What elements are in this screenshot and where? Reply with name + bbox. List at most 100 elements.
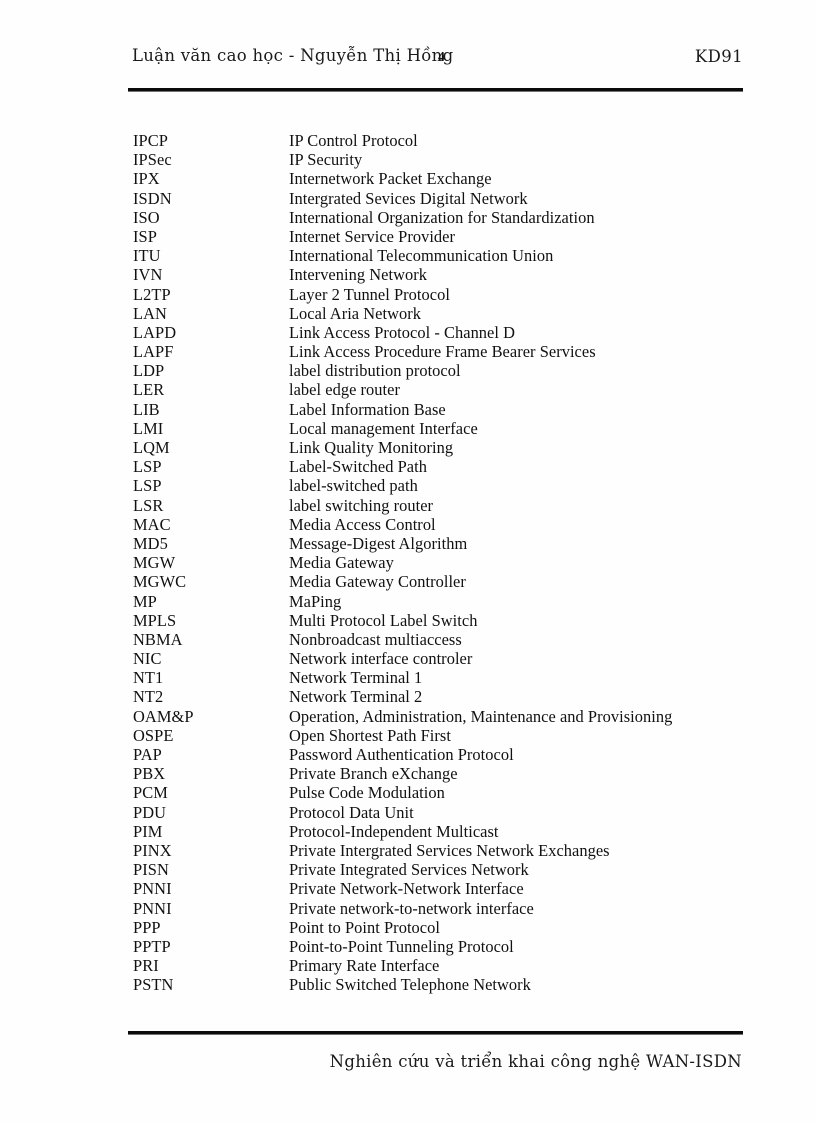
running-head-left-text: Luận văn cao học - Nguyễn Thị Hồng: [132, 46, 454, 65]
glossary-entry: MGWC Media Gateway Controller: [133, 572, 753, 591]
glossary-definition: Media Gateway Controller: [289, 572, 466, 592]
glossary-definition: IP Security: [289, 150, 363, 170]
glossary-abbreviation: PNNI: [133, 898, 172, 918]
glossary-entry: LSP label-switched path: [133, 476, 753, 495]
glossary-definition: label edge router: [289, 380, 400, 400]
glossary-definition: Point to Point Protocol: [289, 917, 440, 937]
glossary-entry: MD5 Message-Digest Algorithm: [133, 534, 753, 553]
page-number: 4: [438, 49, 445, 64]
glossary-entry: LIB Label Information Base: [133, 400, 753, 419]
glossary-entry: ISDN Intergrated Sevices Digital Network: [133, 189, 753, 208]
glossary-definition: label distribution protocol: [289, 361, 461, 381]
footer-rule: [128, 1031, 743, 1034]
glossary-abbreviation: LAPD: [133, 322, 177, 342]
glossary-entry: OAM&P Operation, Administration, Maintena…: [133, 707, 753, 726]
glossary-entry: LAPF Link Access Procedure Frame Bearer S…: [133, 342, 753, 361]
glossary-abbreviation: PPTP: [133, 936, 171, 956]
abbreviations-list: IPCP IP Control Protocol IPSec IP Security I…: [133, 131, 753, 994]
glossary-definition: Message-Digest Algorithm: [289, 533, 468, 553]
glossary-definition: Local Aria Network: [289, 303, 421, 323]
glossary-entry: PBX Private Branch eXchange: [133, 764, 753, 783]
glossary-definition: label switching router: [289, 495, 434, 515]
glossary-definition: Public Switched Telephone Network: [289, 975, 531, 995]
glossary-abbreviation: LAPF: [133, 342, 174, 362]
running-head-right-text: KD91: [694, 47, 743, 66]
glossary-definition: Protocol-Independent Multicast: [289, 821, 499, 841]
glossary-abbreviation: PAP: [133, 745, 162, 764]
glossary-abbreviation: IPX: [133, 169, 160, 189]
glossary-abbreviation: IVN: [133, 265, 163, 285]
glossary-abbreviation: NIC: [133, 649, 162, 669]
glossary-entry: NIC Network interface controler: [133, 649, 753, 668]
glossary-definition: Operation, Administration, Maintenance a…: [289, 706, 673, 726]
glossary-abbreviation: LQM: [133, 438, 170, 457]
glossary-definition: International Organization for Standardi…: [289, 207, 595, 227]
glossary-entry: IPX Internetwork Packet Exchange: [133, 169, 753, 188]
glossary-definition: Intervening Network: [289, 265, 427, 285]
glossary-entry: IPCP IP Control Protocol: [133, 131, 753, 150]
glossary-abbreviation: ISDN: [133, 188, 172, 208]
glossary-definition: Network interface controler: [289, 649, 473, 669]
glossary-definition: Internetwork Packet Exchange: [289, 169, 492, 189]
glossary-entry: IVN Intervening Network: [133, 265, 753, 284]
glossary-abbreviation: PPP: [133, 917, 161, 937]
glossary-definition: Pulse Code Modulation: [289, 783, 445, 803]
running-head: Luận văn cao học - Nguyễn Thị Hồng 4 KD9…: [128, 46, 743, 74]
glossary-entry: PIM Protocol-Independent Multicast: [133, 822, 753, 841]
glossary-abbreviation: LSP: [133, 476, 162, 496]
glossary-abbreviation: MP: [133, 591, 157, 611]
document-page: Luận văn cao học - Nguyễn Thị Hồng 4 KD9…: [0, 0, 816, 1123]
glossary-entry: PNNI Private network-to-network interface: [133, 899, 753, 918]
glossary-abbreviation: PNNI: [133, 879, 172, 899]
glossary-abbreviation: IPSec: [133, 150, 172, 170]
glossary-abbreviation: PDU: [133, 802, 167, 822]
glossary-abbreviation: NT1: [133, 668, 164, 688]
glossary-abbreviation: LSR: [133, 495, 164, 515]
glossary-entry: PCM Pulse Code Modulation: [133, 783, 753, 802]
glossary-entry: PNNI Private Network-Network Interface: [133, 879, 753, 898]
glossary-entry: PAP Password Authentication Protocol: [133, 745, 753, 764]
glossary-entry: MAC Media Access Control: [133, 515, 753, 534]
glossary-definition: Point-to-Point Tunneling Protocol: [289, 936, 514, 956]
footer-note: Nghiên cứu và triển khai công nghệ WAN-I…: [329, 1052, 742, 1071]
glossary-entry: NBMA Nonbroadcast multiaccess: [133, 630, 753, 649]
glossary-entry: PRI Primary Rate Interface: [133, 956, 753, 975]
glossary-abbreviation: LDP: [133, 361, 165, 381]
glossary-definition: Password Authentication Protocol: [289, 745, 514, 764]
header-rule: [128, 88, 743, 91]
glossary-definition: label-switched path: [289, 476, 418, 496]
glossary-abbreviation: ITU: [133, 246, 161, 266]
glossary-entry: LER label edge router: [133, 380, 753, 399]
glossary-definition: Link Access Procedure Frame Bearer Servi…: [289, 342, 596, 362]
glossary-definition: Private Intergrated Services Network Exc…: [289, 840, 610, 860]
glossary-definition: Internet Service Provider: [289, 226, 456, 246]
glossary-entry: MGW Media Gateway: [133, 553, 753, 572]
glossary-definition: Label-Switched Path: [289, 457, 427, 477]
glossary-abbreviation: NT2: [133, 687, 164, 707]
glossary-abbreviation: ISO: [133, 207, 160, 227]
glossary-definition: Primary Rate Interface: [289, 956, 440, 976]
glossary-entry: LSP Label-Switched Path: [133, 457, 753, 476]
glossary-abbreviation: OSPE: [133, 725, 174, 745]
glossary-definition: Private Network-Network Interface: [289, 879, 524, 899]
glossary-abbreviation: PSTN: [133, 975, 174, 995]
glossary-abbreviation: LMI: [133, 418, 164, 438]
glossary-abbreviation: PCM: [133, 783, 168, 803]
glossary-definition: Media Gateway: [289, 553, 394, 573]
glossary-definition: Multi Protocol Label Switch: [289, 610, 478, 630]
glossary-abbreviation: ISP: [133, 226, 157, 246]
glossary-abbreviation: IPCP: [133, 131, 169, 150]
glossary-abbreviation: MPLS: [133, 610, 177, 630]
glossary-entry: IPSec IP Security: [133, 150, 753, 169]
glossary-entry: LMI Local management Interface: [133, 419, 753, 438]
glossary-definition: Protocol Data Unit: [289, 802, 414, 822]
glossary-entry: LQM Link Quality Monitoring: [133, 438, 753, 457]
glossary-entry: PINX Private Intergrated Services Network…: [133, 841, 753, 860]
glossary-abbreviation: PINX: [133, 840, 172, 860]
glossary-entry: PSTN Public Switched Telephone Network: [133, 975, 753, 994]
glossary-definition: Link Access Protocol - Channel D: [289, 322, 516, 342]
glossary-entry: MPLS Multi Protocol Label Switch: [133, 611, 753, 630]
glossary-entry: NT1 Network Terminal 1: [133, 668, 753, 687]
glossary-definition: Intergrated Sevices Digital Network: [289, 188, 528, 208]
glossary-entry: NT2 Network Terminal 2: [133, 687, 753, 706]
